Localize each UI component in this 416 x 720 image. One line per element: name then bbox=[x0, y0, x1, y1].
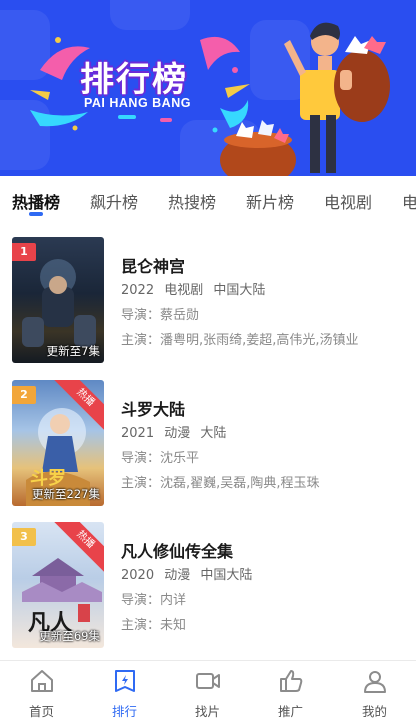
nav-label: 推广 bbox=[277, 704, 303, 719]
nav-label: 排行 bbox=[111, 704, 137, 719]
item-director: 导演：蔡岳勋 bbox=[121, 308, 200, 323]
item-year: 2021 bbox=[121, 426, 155, 441]
item-director: 导演：沈乐平 bbox=[121, 451, 200, 466]
tab-tv-series[interactable]: 电视剧 bbox=[324, 189, 372, 213]
bottom-navigation: 首页 排行 找片 推广 我的 bbox=[0, 660, 416, 720]
episode-info: 更新至227集 bbox=[32, 487, 100, 501]
item-cast: 主演：潘粤明,张雨绮,姜超,高伟光,汤镇业 bbox=[121, 333, 359, 348]
poster-image[interactable]: 斗罗 2 热播 更新至227集 bbox=[12, 380, 104, 506]
video-camera-icon bbox=[196, 673, 220, 689]
item-genre: 动漫 bbox=[164, 568, 191, 583]
thumbs-up-icon bbox=[280, 670, 303, 692]
banner-title: 排行榜 bbox=[80, 60, 188, 100]
rank-badge: 3 bbox=[12, 528, 36, 546]
item-region: 中国大陆 bbox=[200, 568, 253, 583]
home-icon bbox=[31, 670, 53, 692]
ranking-banner: 排行榜 PAI HANG BANG bbox=[0, 0, 416, 176]
item-title[interactable]: 凡人修仙传全集 bbox=[121, 538, 233, 562]
poster-image[interactable]: 1 更新至7集 bbox=[12, 237, 104, 363]
item-year: 2020 bbox=[121, 568, 155, 583]
tab-more[interactable]: 电 bbox=[402, 189, 416, 213]
nav-label: 找片 bbox=[194, 704, 220, 719]
item-genre: 动漫 bbox=[164, 426, 191, 441]
item-region: 大陆 bbox=[200, 426, 227, 441]
item-meta: 2021 动漫 大陆 bbox=[121, 422, 232, 441]
item-director: 导演：内详 bbox=[121, 593, 187, 608]
list-item[interactable]: 1 更新至7集 昆仑神宫 2022 电视剧 中国大陆 导演：蔡岳勋 主演：潘粤明… bbox=[0, 237, 416, 365]
episode-info: 更新至69集 bbox=[39, 629, 100, 643]
nav-profile[interactable]: 我的 bbox=[333, 661, 416, 720]
nav-ranking[interactable]: 排行 bbox=[83, 661, 166, 720]
tab-hot-play[interactable]: 热播榜 bbox=[12, 189, 60, 213]
list-item[interactable]: 斗罗 2 热播 更新至227集 斗罗大陆 2021 动漫 大陆 导演：沈乐平 主… bbox=[0, 380, 416, 508]
user-icon bbox=[364, 671, 386, 693]
item-genre: 电视剧 bbox=[164, 283, 204, 298]
item-region: 中国大陆 bbox=[213, 283, 266, 298]
banner-subtitle: PAI HANG BANG bbox=[84, 96, 191, 110]
tab-rising[interactable]: 飙升榜 bbox=[90, 189, 138, 213]
nav-home[interactable]: 首页 bbox=[0, 661, 83, 720]
item-cast: 主演：沈磊,翟巍,吴磊,陶典,程玉珠 bbox=[121, 476, 320, 491]
tab-hot-search[interactable]: 热搜榜 bbox=[168, 189, 216, 213]
episode-info: 更新至7集 bbox=[46, 344, 100, 358]
tab-new-release[interactable]: 新片榜 bbox=[246, 189, 294, 213]
banner-illustration bbox=[30, 22, 390, 176]
item-title[interactable]: 昆仑神宫 bbox=[121, 253, 185, 277]
item-cast: 主演：未知 bbox=[121, 618, 187, 633]
nav-find-video[interactable]: 找片 bbox=[166, 661, 249, 720]
rank-badge: 1 bbox=[12, 243, 36, 261]
nav-label: 首页 bbox=[28, 704, 54, 719]
nav-promote[interactable]: 推广 bbox=[249, 661, 332, 720]
list-item[interactable]: 凡人 3 热播 更新至69集 凡人修仙传全集 2020 动漫 中国大陆 导演：内… bbox=[0, 522, 416, 650]
item-title[interactable]: 斗罗大陆 bbox=[121, 396, 185, 420]
active-tab-indicator bbox=[29, 212, 43, 216]
item-meta: 2020 动漫 中国大陆 bbox=[121, 564, 258, 583]
category-tabs: 热播榜 飙升榜 热搜榜 新片榜 电视剧 电 bbox=[0, 176, 416, 224]
ranking-icon bbox=[115, 670, 135, 692]
item-year: 2022 bbox=[121, 283, 155, 298]
rank-badge: 2 bbox=[12, 386, 36, 404]
item-meta: 2022 电视剧 中国大陆 bbox=[121, 279, 271, 298]
poster-image[interactable]: 凡人 3 热播 更新至69集 bbox=[12, 522, 104, 648]
nav-label: 我的 bbox=[361, 704, 387, 719]
